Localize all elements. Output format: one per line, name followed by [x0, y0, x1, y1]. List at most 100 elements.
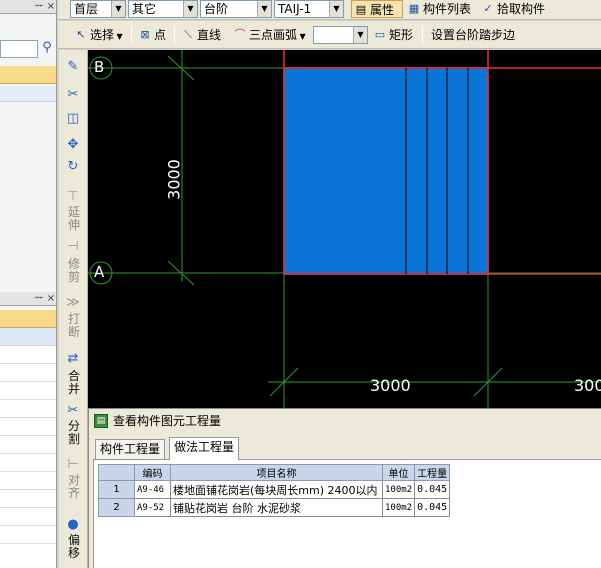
extend-icon: ⊤	[67, 189, 79, 204]
cell-name[interactable]: 楼地面铺花岗岩(每块周长mm) 2400以内	[170, 480, 383, 499]
properties-icon: ▤	[355, 3, 367, 16]
column-header-unit[interactable]: 单位	[381, 464, 416, 481]
column-header-quantity[interactable]: 工程量	[414, 464, 451, 481]
property-grid-header	[0, 310, 56, 328]
property-row[interactable]	[0, 346, 56, 364]
left-list-header	[0, 66, 56, 84]
point-label: 点	[154, 28, 167, 42]
three-point-arc-label: 三点画弧	[249, 28, 298, 42]
table-row[interactable]: 2 A9-52 铺贴花岗岩 台阶 水泥砂浆 100m2 0.045	[98, 498, 451, 517]
offset-button[interactable]: 偏 移	[65, 534, 83, 560]
rectangle-button[interactable]: ▭ 矩形	[371, 26, 413, 44]
search-input[interactable]	[0, 40, 38, 58]
property-row[interactable]	[0, 436, 56, 454]
move-icon[interactable]: ✥	[63, 136, 83, 154]
property-row[interactable]	[0, 400, 56, 418]
chevron-down-icon[interactable]: ▼	[329, 1, 343, 17]
search-icon[interactable]: ⚲	[39, 39, 55, 57]
eyedropper-icon: ✓	[483, 2, 493, 15]
align-button[interactable]: 对 齐	[65, 474, 83, 500]
cell-quantity[interactable]: 0.045	[414, 480, 451, 499]
axis-label-a: A	[94, 263, 105, 281]
property-row[interactable]	[0, 472, 56, 490]
trim-label-2: 剪	[67, 270, 80, 284]
three-point-arc-button[interactable]: ⌒ 三点画弧 ▼	[231, 26, 306, 44]
arc-mode-select[interactable]: ▼	[313, 26, 368, 44]
dimension-label-horizontal: 3000	[370, 376, 411, 395]
pick-component-label: 拾取构件	[497, 2, 546, 16]
cell-code[interactable]: A9-46	[134, 480, 171, 499]
set-step-edge-button[interactable]: 设置台阶踏步边	[413, 26, 515, 44]
property-row[interactable]	[0, 418, 56, 436]
point-button[interactable]: ⊠ 点	[136, 26, 166, 44]
left-panel-caption-2[interactable]: ᅲ ×	[0, 292, 56, 306]
list-icon: ▦	[408, 2, 420, 15]
cell-quantity[interactable]: 0.045	[414, 498, 451, 517]
pencil-icon[interactable]: ✎	[63, 58, 83, 76]
component-type-select[interactable]: 台阶 ▼	[200, 0, 272, 18]
component-list-button[interactable]: ▦ 构件列表	[405, 0, 477, 18]
property-row[interactable]	[0, 508, 56, 526]
dialog-title-bar[interactable]: ▤ 查看构件图元工程量	[89, 409, 601, 433]
tab-content: 编码 项目名称 单位 工程量 1 A9-46 楼地面铺花岗岩(每块周长mm) 2…	[93, 459, 601, 568]
property-row[interactable]	[0, 490, 56, 508]
component-name-select[interactable]: TAIJ-1 ▼	[274, 0, 344, 18]
property-row[interactable]	[0, 364, 56, 382]
row-number: 1	[98, 480, 135, 499]
left-dock-panel: ᅲ × ⚲ ᅲ ×	[0, 0, 57, 568]
table-row[interactable]: 1 A9-46 楼地面铺花岗岩(每块周长mm) 2400以内 100m2 0.0…	[98, 480, 451, 499]
row-number: 2	[98, 498, 135, 517]
break-button[interactable]: 打 断	[65, 313, 83, 339]
pick-component-button[interactable]: ✓ 拾取构件	[479, 0, 601, 18]
split-button[interactable]: 分 割	[65, 420, 83, 446]
tab-component-quantity[interactable]: 构件工程量	[95, 439, 166, 459]
select-button[interactable]: ↖ 选择 ▼	[72, 26, 123, 44]
mirror-icon[interactable]: ◫	[63, 110, 83, 128]
align-icon: ⊢	[67, 457, 79, 472]
split-icon: ✂	[67, 403, 79, 418]
column-header-code[interactable]: 编码	[134, 464, 171, 481]
cell-code[interactable]: A9-52	[134, 498, 171, 517]
scissors-icon[interactable]: ✂	[63, 86, 83, 104]
tab-method-quantity[interactable]: 做法工程量	[169, 437, 240, 460]
floor-select[interactable]: 首层 ▼	[70, 0, 126, 18]
rectangle-icon: ▭	[374, 28, 386, 41]
cell-unit[interactable]: 100m2	[381, 480, 416, 499]
floor-select-value: 首层	[74, 2, 99, 16]
component-toolbar: 首层 ▼ 其它 ▼ 台阶 ▼ TAIJ-1 ▼ ▤ 属性 ▦ 构件列表 ✓ 拾取…	[58, 0, 601, 20]
step-component[interactable]	[283, 67, 489, 275]
chevron-down-icon[interactable]: ▼	[353, 27, 367, 43]
rotate-icon[interactable]: ↻	[63, 158, 83, 176]
property-row[interactable]	[0, 328, 56, 346]
chevron-down-icon[interactable]: ▼	[183, 1, 197, 17]
trim-button[interactable]: 修 剪	[65, 258, 83, 284]
draw-toolbar: ↖ 选择 ▼ ⊠ 点 ⟍ 直线 ⌒ 三点画弧 ▼ ▼ ▭ 矩形 设置台阶踏步边	[58, 21, 601, 49]
component-list-label: 构件列表	[423, 2, 472, 16]
list-item[interactable]	[0, 86, 56, 102]
chevron-down-icon[interactable]: ▼	[111, 1, 125, 17]
line-icon: ⟍	[184, 28, 192, 41]
category-select[interactable]: 其它 ▼	[128, 0, 198, 18]
cell-name[interactable]: 铺贴花岗岩 台阶 水泥砂浆	[170, 498, 383, 517]
left-panel-caption[interactable]: ᅲ ×	[0, 0, 56, 14]
extend-button[interactable]: 延 伸	[65, 206, 83, 232]
chevron-down-icon[interactable]: ▼	[297, 32, 306, 41]
property-row[interactable]	[0, 526, 56, 544]
column-header-name[interactable]: 项目名称	[170, 464, 383, 481]
chevron-down-icon[interactable]: ▼	[114, 32, 123, 41]
axis-label-b: B	[94, 58, 105, 76]
cell-unit[interactable]: 100m2	[381, 498, 416, 517]
dimension-label-vertical: 3000	[164, 159, 184, 200]
property-row[interactable]	[0, 382, 56, 400]
align-label-2: 齐	[67, 486, 80, 500]
category-select-value: 其它	[132, 2, 157, 16]
quantity-dialog: ▤ 查看构件图元工程量 构件工程量 做法工程量 编码 项目名称 单位 工程量 1…	[88, 408, 601, 568]
line-button[interactable]: ⟍ 直线	[179, 26, 221, 44]
drawing-canvas[interactable]: B A 3000 3000 300	[88, 50, 601, 408]
property-row[interactable]	[0, 454, 56, 472]
set-step-edge-label: 设置台阶踏步边	[431, 28, 516, 42]
dialog-app-icon: ▤	[94, 414, 108, 428]
merge-button[interactable]: 合 并	[65, 370, 83, 396]
properties-button[interactable]: ▤ 属性	[351, 0, 403, 18]
chevron-down-icon[interactable]: ▼	[257, 1, 271, 17]
